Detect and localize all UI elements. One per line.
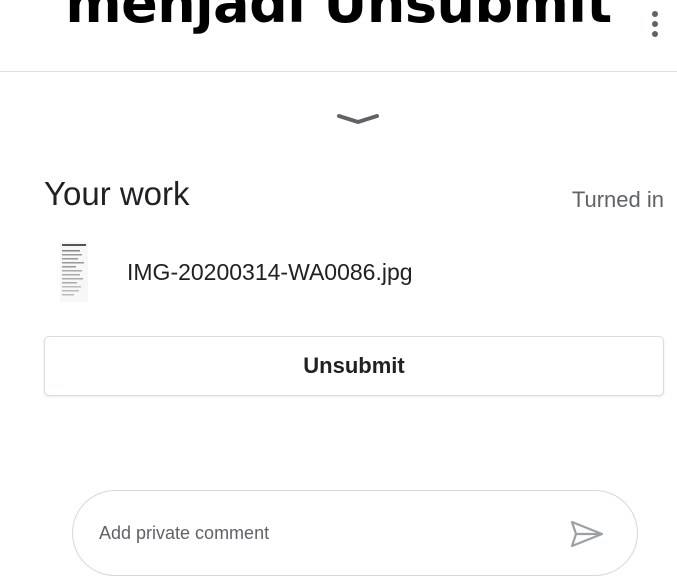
send-comment-button[interactable]: [567, 516, 607, 552]
your-work-title: Your work: [44, 175, 190, 212]
overlay-caption: menjadi Unsubmit: [65, 0, 612, 35]
unsubmit-button[interactable]: Unsubmit: [44, 336, 664, 396]
attachment-filename: IMG-20200314-WA0086.jpg: [127, 259, 413, 285]
chevron-down-icon: [337, 114, 379, 124]
more-options-button[interactable]: [640, 6, 670, 42]
more-vert-icon: [652, 11, 658, 37]
attachment-item[interactable]: IMG-20200314-WA0086.jpg: [52, 236, 612, 302]
private-comment-box: [72, 490, 638, 576]
image-thumbnail-icon: [60, 242, 88, 302]
private-comment-input[interactable]: [99, 515, 519, 551]
header-divider: [0, 71, 677, 72]
send-icon: [570, 520, 604, 548]
sheet-collapse-handle[interactable]: [328, 103, 388, 135]
submission-status: Turned in: [571, 187, 664, 212]
